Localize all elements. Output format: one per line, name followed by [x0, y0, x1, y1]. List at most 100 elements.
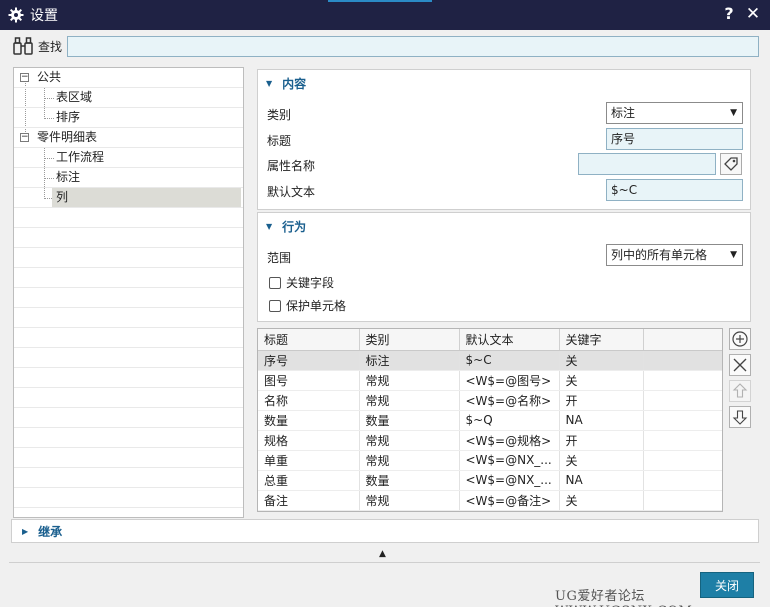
- category-value: 标注: [611, 106, 636, 120]
- content-section-title: 内容: [282, 76, 307, 91]
- table-empty-row: [258, 510, 722, 511]
- collapse-triangle-icon: ▼: [266, 78, 273, 88]
- table-row[interactable]: 备注 常规 <W$=@备注> 关: [258, 490, 722, 511]
- arrow-down-icon: [732, 410, 748, 425]
- table-cell-filler: [459, 510, 560, 511]
- table-row[interactable]: 单重 常规 <W$=@NX_... 关: [258, 450, 722, 471]
- binoculars-icon: [13, 37, 33, 55]
- attribute-name-input[interactable]: [578, 153, 716, 175]
- settings-tree: − 公共 表区域 排序 − 零件明细表 工作流程 标注 列: [13, 67, 244, 518]
- tree-item-label: 工作流程: [56, 150, 105, 164]
- behavior-section: ▼ 行为 范围 列中的所有单元格 ▼ 关键字段 保护单元格: [257, 212, 751, 322]
- tree-empty-row: [14, 508, 243, 517]
- move-up-button[interactable]: [729, 380, 751, 402]
- collapse-dialog-arrow-icon[interactable]: ▲: [379, 549, 386, 559]
- table-row[interactable]: 总重 数量 <W$=@NX_... NA: [258, 470, 722, 491]
- expand-triangle-icon: ▶: [22, 526, 29, 536]
- table-cell-filler: [643, 450, 722, 471]
- search-input[interactable]: [67, 36, 759, 57]
- scope-label: 范围: [267, 251, 292, 265]
- remove-row-button[interactable]: [729, 354, 751, 376]
- table-cell: 总重: [258, 470, 360, 491]
- tree-item-label: 零件明细表: [37, 130, 98, 144]
- table-row[interactable]: 名称 常规 <W$=@名称> 开: [258, 390, 722, 411]
- tree-item-workflow[interactable]: 工作流程: [14, 148, 243, 168]
- tree-empty-row: [14, 288, 243, 308]
- column-header[interactable]: 关键字: [559, 329, 644, 351]
- dropdown-arrow-icon: ▼: [730, 250, 737, 260]
- table-cell-filler: [643, 410, 722, 431]
- tree-expander[interactable]: −: [20, 133, 29, 142]
- inherit-section-header[interactable]: ▶ 继承: [11, 519, 759, 543]
- tree-item-annotation[interactable]: 标注: [14, 168, 243, 188]
- table-cell: 图号: [258, 370, 360, 391]
- table-row[interactable]: 图号 常规 <W$=@图号> 关: [258, 370, 722, 391]
- tree-empty-row: [14, 388, 243, 408]
- inherit-section-title: 继承: [38, 524, 63, 539]
- tree-item-common[interactable]: − 公共: [14, 68, 243, 88]
- tree-item-label: 排序: [56, 110, 81, 124]
- tree-connector: [44, 178, 54, 179]
- column-header[interactable]: 标题: [258, 329, 360, 351]
- table-cell: 关: [559, 370, 644, 391]
- tree-empty-row: [14, 368, 243, 388]
- tree-item-table-region[interactable]: 表区域: [14, 88, 243, 108]
- help-button[interactable]: ?: [720, 4, 738, 23]
- protect-cell-checkbox[interactable]: 保护单元格: [269, 297, 346, 314]
- heading-label: 标题: [267, 134, 292, 148]
- key-field-label: 关键字段: [286, 276, 335, 290]
- tree-empty-row: [14, 408, 243, 428]
- key-field-checkbox[interactable]: 关键字段: [269, 274, 334, 291]
- collapse-triangle-icon: ▼: [266, 221, 273, 231]
- checkbox-box[interactable]: [269, 299, 281, 312]
- dropdown-arrow-icon: ▼: [730, 108, 737, 118]
- title-bar: 设置 ? ✕: [0, 0, 770, 30]
- table-cell: 常规: [359, 370, 460, 391]
- table-cell: 常规: [359, 430, 460, 451]
- table-row[interactable]: 数量 数量 $~Q NA: [258, 410, 722, 431]
- tree-expander[interactable]: −: [20, 73, 29, 82]
- gear-icon: [8, 7, 24, 23]
- default-text-input[interactable]: $~C: [606, 179, 743, 201]
- table-cell: 关: [559, 490, 644, 511]
- scope-dropdown[interactable]: 列中的所有单元格 ▼: [606, 244, 743, 266]
- attribute-name-label: 属性名称: [267, 159, 316, 173]
- content-section-header[interactable]: ▼ 内容: [258, 70, 750, 96]
- table-cell: <W$=@图号>: [459, 370, 560, 391]
- heading-input[interactable]: 序号: [606, 128, 743, 150]
- footer-divider: [9, 562, 760, 563]
- behavior-section-header[interactable]: ▼ 行为: [258, 213, 750, 239]
- table-cell-filler: [643, 430, 722, 451]
- table-row[interactable]: 序号 标注 $~C 关: [258, 350, 722, 371]
- table-cell: 名称: [258, 390, 360, 411]
- table-cell: 数量: [258, 410, 360, 431]
- table-cell-filler: [643, 390, 722, 411]
- table-row[interactable]: 规格 常规 <W$=@规格> 开: [258, 430, 722, 451]
- tree-connector: [44, 98, 54, 99]
- close-button[interactable]: 关闭: [700, 572, 754, 598]
- attribute-tag-button[interactable]: [720, 153, 742, 175]
- tree-item-column[interactable]: 列: [14, 188, 243, 208]
- tree-empty-row: [14, 328, 243, 348]
- tree-empty-row: [14, 228, 243, 248]
- column-header[interactable]: 类别: [359, 329, 460, 351]
- category-dropdown[interactable]: 标注 ▼: [606, 102, 743, 124]
- tree-item-parts-list[interactable]: − 零件明细表: [14, 128, 243, 148]
- table-cell-filler: [643, 350, 722, 371]
- category-label: 类别: [267, 108, 292, 122]
- window-close-button[interactable]: ✕: [744, 4, 762, 24]
- column-header-filler: [643, 329, 722, 351]
- table-cell: 序号: [258, 350, 360, 371]
- move-down-button[interactable]: [729, 406, 751, 428]
- tag-icon: [724, 157, 738, 171]
- table-cell-filler: [643, 470, 722, 491]
- checkbox-box[interactable]: [269, 276, 281, 289]
- columns-table: 标题 类别 默认文本 关键字 序号 标注 $~C 关图号 常规 <W$=@图号> 关名称 常规…: [257, 328, 723, 512]
- add-row-button[interactable]: [729, 328, 751, 350]
- table-cell: 备注: [258, 490, 360, 511]
- table-cell: 常规: [359, 450, 460, 471]
- table-cell: NA: [559, 470, 644, 491]
- tree-item-sort[interactable]: 排序: [14, 108, 243, 128]
- table-cell: 标注: [359, 350, 460, 371]
- column-header[interactable]: 默认文本: [459, 329, 560, 351]
